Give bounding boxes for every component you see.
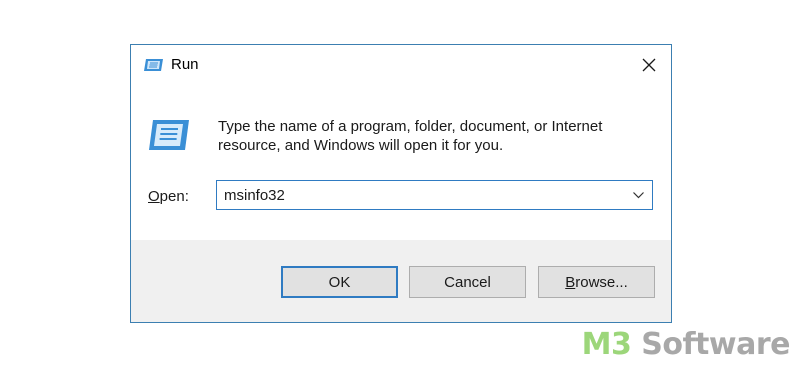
dropdown-button[interactable]: [624, 181, 652, 209]
open-combobox[interactable]: [216, 180, 653, 210]
brand-m3: M3: [581, 327, 632, 362]
brand-software: Software: [631, 327, 790, 362]
brand-watermark: M3 Software: [581, 327, 791, 362]
browse-mnemonic: B: [565, 273, 576, 291]
open-label: Open:: [148, 188, 189, 205]
open-label-text: pen:: [159, 188, 189, 205]
close-button[interactable]: [627, 45, 671, 85]
run-app-icon: [149, 120, 189, 150]
browse-label: rowse...: [575, 273, 628, 291]
close-icon: [642, 58, 656, 72]
run-dialog: Run Type the name of a program, folder, …: [130, 44, 672, 323]
ok-button[interactable]: OK: [281, 266, 398, 298]
button-bar: OK Cancel Browse...: [131, 240, 671, 322]
browse-button[interactable]: Browse...: [538, 266, 655, 298]
run-description: Type the name of a program, folder, docu…: [218, 117, 658, 155]
description-line: Type the name of a program, folder, docu…: [218, 118, 603, 135]
run-app-icon: [144, 59, 163, 71]
cancel-button[interactable]: Cancel: [409, 266, 526, 298]
window-title: Run: [171, 56, 199, 73]
open-input[interactable]: [217, 181, 624, 209]
open-label-mnemonic: O: [148, 188, 160, 205]
description-line: resource, and Windows will open it for y…: [218, 137, 504, 154]
title-bar[interactable]: Run: [131, 45, 671, 85]
chevron-down-icon: [632, 191, 644, 198]
